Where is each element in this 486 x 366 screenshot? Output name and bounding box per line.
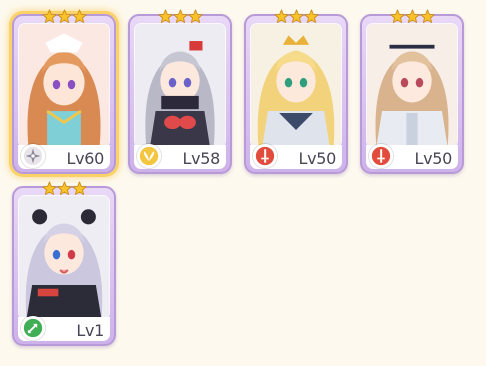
character-portrait xyxy=(18,195,110,320)
character-portrait xyxy=(134,23,226,148)
star-rating xyxy=(246,9,346,24)
star-icon xyxy=(419,9,435,23)
star-icon xyxy=(187,9,203,23)
star-icon xyxy=(71,9,87,23)
character-portrait xyxy=(250,23,342,148)
card-footer: Lv60 xyxy=(18,144,110,169)
card-footer: Lv50 xyxy=(250,144,342,169)
star-rating xyxy=(14,181,114,196)
star-icon xyxy=(71,181,87,195)
wings-icon xyxy=(137,144,161,168)
character-card[interactable]: Lv50 xyxy=(244,9,348,174)
compass-rose-icon xyxy=(21,144,45,168)
sword-icon xyxy=(369,144,393,168)
card-footer: Lv50 xyxy=(366,144,458,169)
star-icon xyxy=(41,9,57,23)
star-icon xyxy=(273,9,289,23)
character-portrait xyxy=(366,23,458,148)
arrow-icon xyxy=(21,316,45,340)
level-label: Lv58 xyxy=(182,149,220,168)
star-icon xyxy=(56,9,72,23)
star-icon xyxy=(172,9,188,23)
star-icon xyxy=(157,9,173,23)
level-label: Lv50 xyxy=(414,149,452,168)
star-icon xyxy=(404,9,420,23)
character-card[interactable]: Lv60 xyxy=(12,9,116,174)
level-label: Lv1 xyxy=(76,321,104,340)
card-footer: Lv58 xyxy=(134,144,226,169)
level-label: Lv50 xyxy=(298,149,336,168)
character-card[interactable]: Lv50 xyxy=(360,9,464,174)
character-portrait xyxy=(18,23,110,148)
card-footer: Lv1 xyxy=(18,316,110,341)
level-label: Lv60 xyxy=(66,149,104,168)
star-icon xyxy=(56,181,72,195)
sword-icon xyxy=(253,144,277,168)
character-card[interactable]: Lv58 xyxy=(128,9,232,174)
star-rating xyxy=(14,9,114,24)
star-icon xyxy=(389,9,405,23)
star-rating xyxy=(362,9,462,24)
star-rating xyxy=(130,9,230,24)
character-card[interactable]: Lv1 xyxy=(12,181,116,346)
star-icon xyxy=(303,9,319,23)
star-icon xyxy=(288,9,304,23)
star-icon xyxy=(41,181,57,195)
character-roster-grid: Lv60 Lv58 Lv50 Lv50 Lv1 xyxy=(0,0,486,366)
